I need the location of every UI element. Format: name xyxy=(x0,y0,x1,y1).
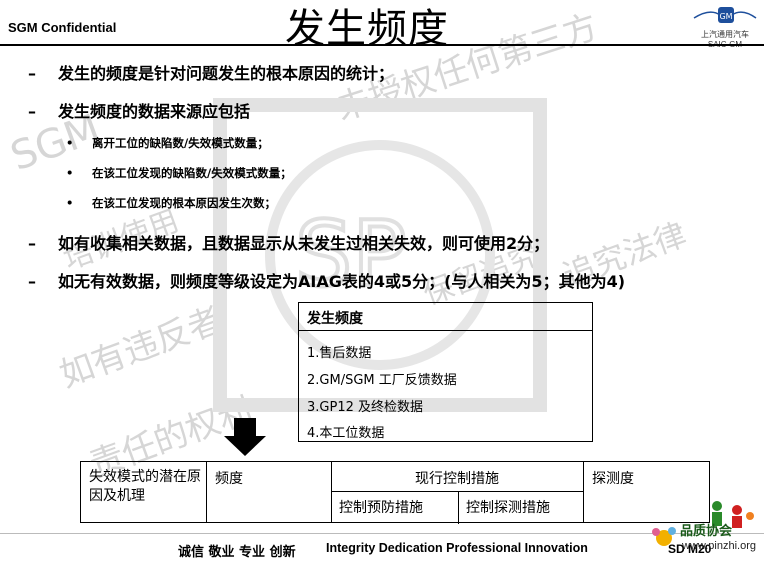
sgm-logo: GM 上汽通用汽车 SAIC-GM xyxy=(690,6,760,49)
site-brand: 品质协会 xyxy=(680,524,733,539)
col-prevention-controls: 控制预防措施 xyxy=(339,500,423,516)
source-item-3: 3.GP12 及终检数据 xyxy=(307,400,423,415)
bullet-4: – 如无有效数据，则频度等级设定为AIAG表的4或5分；(与人相关为5；其他为4) xyxy=(28,272,626,291)
svg-text:GM: GM xyxy=(719,12,732,21)
down-arrow-icon xyxy=(224,418,266,456)
col-current-controls: 现行控制措施 xyxy=(415,471,499,487)
col-occurrence: 频度 xyxy=(215,471,243,487)
bullet-2: – 发生频度的数据来源应包括 xyxy=(28,102,251,121)
site-logo: 品质协会 www.pinzhi.org xyxy=(642,498,762,558)
gm-badge-icon: GM xyxy=(693,7,757,23)
bullet-3: – 如有收集相关数据，且数据显示从未发生过相关失效，则可使用2分； xyxy=(28,234,550,253)
source-item-2: 2.GM/SGM 工厂反馈数据 xyxy=(307,373,457,388)
source-box-header: 发生频度 xyxy=(299,303,592,331)
site-url: www.pinzhi.org xyxy=(682,540,756,552)
sub-bullet-3: • 在该工位发现的根本原因发生次数； xyxy=(66,196,276,210)
sub-bullet-2: • 在该工位发现的缺陷数/失效模式数量； xyxy=(66,166,292,180)
source-item-1: 1.售后数据 xyxy=(307,346,372,361)
confidential-label: SGM Confidential xyxy=(8,20,117,35)
occurrence-source-box: 发生频度 1.售后数据 2.GM/SGM 工厂反馈数据 3.GP12 及终检数据… xyxy=(298,302,593,442)
footer-values-en: Integrity Dedication Professional Innova… xyxy=(326,541,588,555)
logo-cn: 上汽通用汽车 xyxy=(701,30,749,39)
col-detection: 探测度 xyxy=(592,471,634,487)
source-item-4: 4.本工位数据 xyxy=(307,426,385,441)
footer-values-cn: 诚信 敬业 专业 创新 xyxy=(178,545,296,560)
sub-bullet-1: • 离开工位的缺陷数/失效模式数量； xyxy=(66,136,269,150)
fmea-header-table: 失效模式的潜在原因及机理 频度 现行控制措施 控制预防措施 控制探测措施 探测度 xyxy=(80,461,710,524)
header-rule xyxy=(0,44,764,46)
col-detection-controls: 控制探测措施 xyxy=(466,500,550,516)
bullet-1: – 发生的频度是针对问题发生的根本原因的统计； xyxy=(28,64,395,83)
col-failure-cause: 失效模式的潜在原因及机理 xyxy=(89,469,201,504)
